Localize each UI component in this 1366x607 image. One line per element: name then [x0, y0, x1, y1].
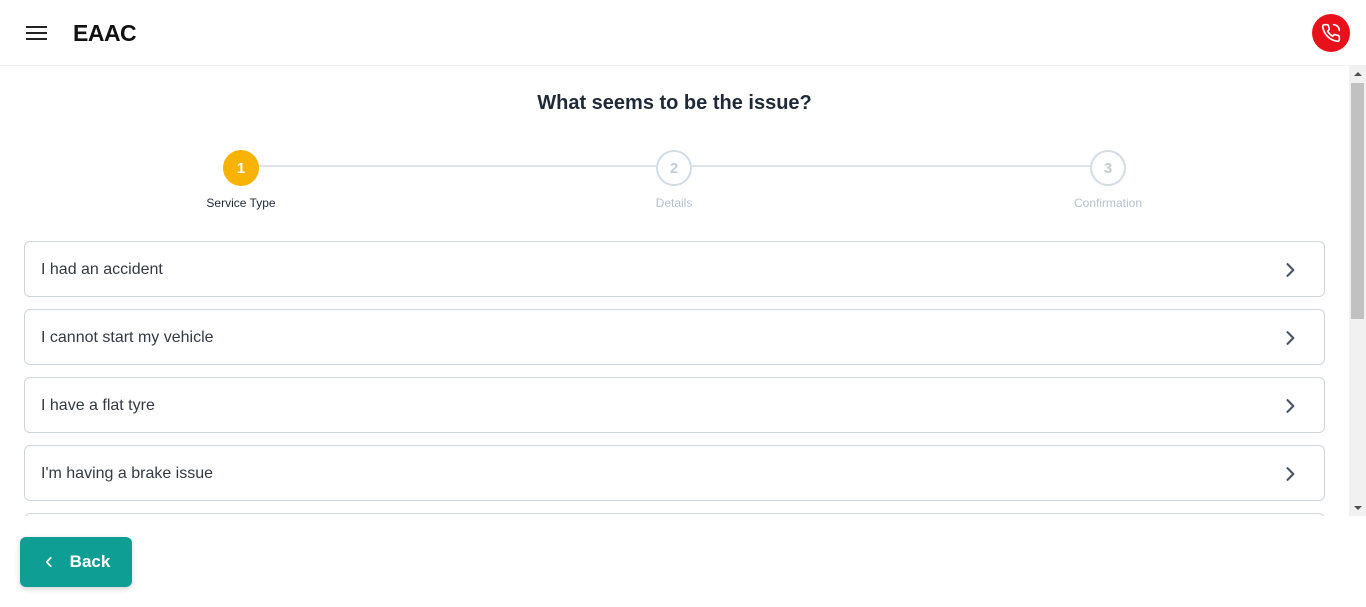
scroll-up-arrow-icon[interactable]: [1354, 72, 1362, 76]
option-accident[interactable]: I had an accident: [24, 241, 1325, 297]
step-label: Details: [655, 196, 693, 210]
scroll-thumb[interactable]: [1351, 83, 1364, 319]
option-label: I cannot start my vehicle: [41, 329, 214, 346]
step-label: Service Type: [206, 196, 276, 210]
call-button[interactable]: [1312, 14, 1350, 52]
step-label: Confirmation: [1073, 196, 1143, 210]
back-label: Back: [69, 552, 111, 571]
page-title: What seems to be the issue?: [537, 92, 812, 114]
top-bar: EAAC: [0, 0, 1366, 66]
logo[interactable]: EAAC: [73, 20, 137, 47]
option-label: I had an accident: [41, 261, 163, 278]
back-button[interactable]: Back: [20, 537, 132, 587]
phone-icon: [1321, 23, 1341, 43]
option-partial[interactable]: [24, 513, 1325, 516]
option-label: I'm having a brake issue: [41, 465, 214, 482]
chevron-right-icon: [1286, 467, 1295, 481]
step-details: 2 Details: [594, 150, 754, 210]
option-label: I have a flat tyre: [41, 397, 155, 414]
option-cannot-start[interactable]: I cannot start my vehicle: [24, 309, 1325, 365]
step-number: 2: [656, 150, 692, 186]
chevron-right-icon: [1286, 399, 1295, 413]
chevron-left-icon: [45, 557, 52, 567]
scroll-down-arrow-icon[interactable]: [1354, 506, 1362, 510]
step-confirmation: 3 Confirmation: [1028, 150, 1188, 210]
step-service-type: 1 Service Type: [161, 150, 321, 210]
main-content: What seems to be the issue? 1 Service Ty…: [0, 66, 1349, 516]
step-number: 1: [223, 150, 259, 186]
option-brake-issue[interactable]: I'm having a brake issue: [24, 445, 1325, 501]
option-flat-tyre[interactable]: I have a flat tyre: [24, 377, 1325, 433]
hamburger-menu-icon[interactable]: [26, 26, 48, 42]
step-number: 3: [1090, 150, 1126, 186]
chevron-right-icon: [1286, 263, 1295, 277]
chevron-right-icon: [1286, 331, 1295, 345]
vertical-scrollbar[interactable]: [1349, 66, 1366, 516]
